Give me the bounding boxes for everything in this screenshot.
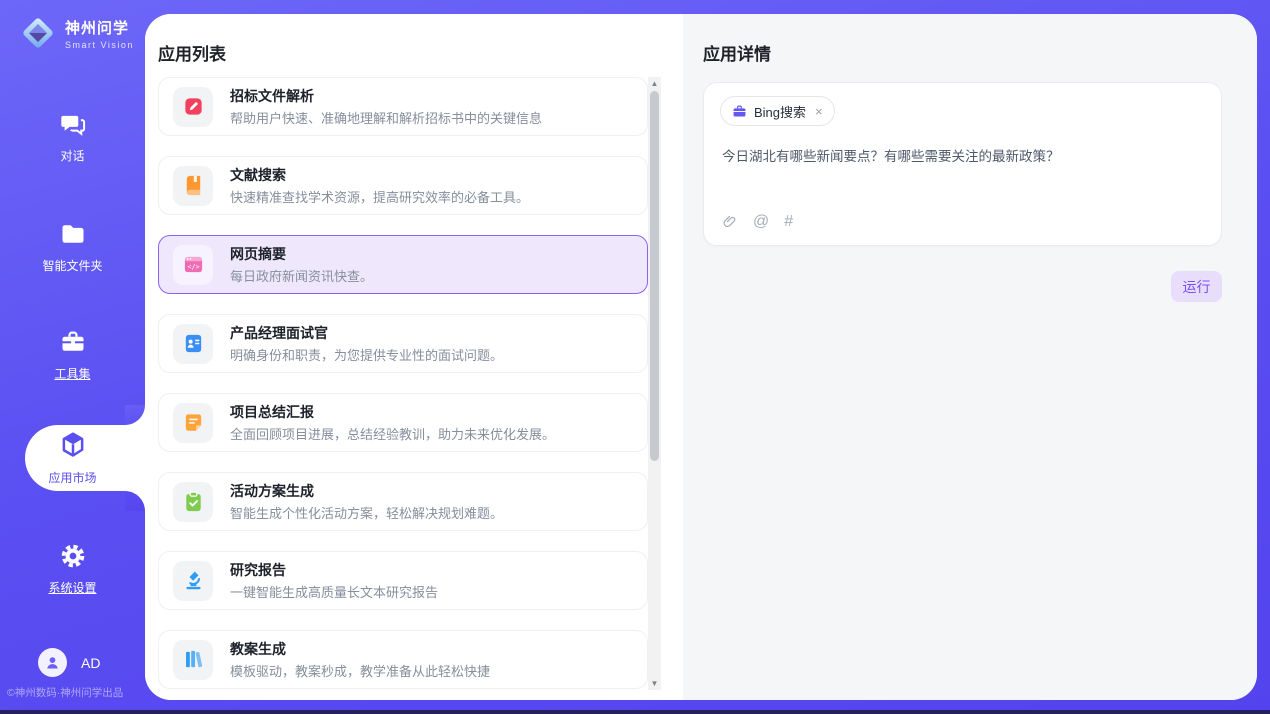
tool-tag-bing-search[interactable]: Bing搜索 × xyxy=(720,96,835,126)
sidebar-item-label: 系统设置 xyxy=(0,579,145,596)
app-list-title: 应用列表 xyxy=(158,40,226,65)
edit-doc-icon xyxy=(182,95,205,118)
chat-icon xyxy=(59,110,87,138)
books-icon xyxy=(182,648,205,671)
app-detail-panel: 应用详情 Bing搜索 × 今日湖北有哪些新闻要点？有哪些需要关注的最新政策？ … xyxy=(683,14,1257,700)
scroll-down-arrow-icon[interactable]: ▼ xyxy=(651,677,659,690)
app-description: 明确身份和职责，为您提供专业性的面试问题。 xyxy=(230,345,503,364)
app-name: 项目总结汇报 xyxy=(230,403,555,421)
book-icon xyxy=(182,174,205,197)
logo-subtitle: Smart Vision xyxy=(65,40,134,50)
app-description: 每日政府新闻资讯快查。 xyxy=(230,266,373,285)
folder-icon xyxy=(59,220,87,248)
mention-icon[interactable]: @ xyxy=(753,213,769,230)
sidebar-item-label: 应用市场 xyxy=(0,469,145,486)
scrollbar-thumb[interactable] xyxy=(650,91,659,461)
app-name: 研究报告 xyxy=(230,561,438,579)
list-scrollbar[interactable]: ▲ ▼ xyxy=(648,77,661,690)
app-icon xyxy=(173,324,213,364)
list-item[interactable]: 活动方案生成 智能生成个性化活动方案，轻松解决规划难题。 xyxy=(158,472,648,531)
sidebar-item-toolset[interactable]: 工具集 xyxy=(0,328,145,382)
user-profile[interactable]: AD xyxy=(38,648,100,677)
sidebar-item-label: 对话 xyxy=(0,147,145,164)
app-name: 招标文件解析 xyxy=(230,87,542,105)
list-item[interactable]: 产品经理面试官 明确身份和职责，为您提供专业性的面试问题。 xyxy=(158,314,648,373)
sidebar-item-label: 智能文件夹 xyxy=(0,257,145,274)
input-toolbar: @ # xyxy=(721,213,793,230)
app-icon xyxy=(173,87,213,127)
cube-icon xyxy=(58,430,88,460)
attachment-icon[interactable] xyxy=(721,213,738,230)
sidebar: 神州问学 Smart Vision 对话 智能文件夹 工具集 xyxy=(0,0,145,714)
app-logo: 神州问学 Smart Vision xyxy=(18,13,134,53)
hash-icon[interactable]: # xyxy=(784,213,793,230)
app-description: 全面回顾项目进展，总结经验教训，助力未来优化发展。 xyxy=(230,424,555,443)
logo-diamond-icon xyxy=(18,13,58,53)
briefcase-icon xyxy=(732,104,747,119)
app-description: 帮助用户快速、准确地理解和解析招标书中的关键信息 xyxy=(230,108,542,127)
main-panel: 应用列表 招标文件解析 帮助用户快速、准确地理解和解析招标书中的关键信息 文献搜… xyxy=(145,14,1257,700)
app-description: 模板驱动，教案秒成，教学准备从此轻松快捷 xyxy=(230,661,490,680)
list-item[interactable]: </> 网页摘要 每日政府新闻资讯快查。 xyxy=(158,235,648,294)
app-icon xyxy=(173,403,213,443)
app-name: 文献搜索 xyxy=(230,166,529,184)
tool-tag-label: Bing搜索 xyxy=(754,102,806,121)
app-icon xyxy=(173,640,213,680)
sidebar-item-label: 工具集 xyxy=(0,365,145,382)
person-icon xyxy=(43,653,62,672)
scroll-up-arrow-icon[interactable]: ▲ xyxy=(651,77,659,90)
list-item[interactable]: 文献搜索 快速精准查找学术资源，提高研究效率的必备工具。 xyxy=(158,156,648,215)
sidebar-item-settings[interactable]: 系统设置 xyxy=(0,542,145,596)
logo-title: 神州问学 xyxy=(65,17,134,38)
bubble-notch-top xyxy=(125,405,145,425)
close-icon[interactable]: × xyxy=(815,104,823,119)
browser-code-icon: </> xyxy=(182,253,205,276)
app-icon: </> xyxy=(173,245,213,285)
app-name: 教案生成 xyxy=(230,640,490,658)
run-button[interactable]: 运行 xyxy=(1171,271,1222,302)
bubble-notch-bottom xyxy=(125,491,145,511)
prompt-card: Bing搜索 × 今日湖北有哪些新闻要点？有哪些需要关注的最新政策？ @ # xyxy=(703,82,1222,246)
avatar xyxy=(38,648,67,677)
app-name: 产品经理面试官 xyxy=(230,324,503,342)
svg-text:</>: </> xyxy=(187,263,199,271)
user-initials: AD xyxy=(81,655,100,671)
list-item[interactable]: 研究报告 一键智能生成高质量长文本研究报告 xyxy=(158,551,648,610)
note-icon xyxy=(182,411,205,434)
microscope-icon xyxy=(182,569,205,592)
sidebar-item-chat[interactable]: 对话 xyxy=(0,110,145,164)
app-description: 一键智能生成高质量长文本研究报告 xyxy=(230,582,438,601)
list-item[interactable]: 项目总结汇报 全面回顾项目进展，总结经验教训，助力未来优化发展。 xyxy=(158,393,648,452)
bottom-strip xyxy=(0,710,1270,714)
sidebar-item-smart-folders[interactable]: 智能文件夹 xyxy=(0,220,145,274)
app-icon xyxy=(173,166,213,206)
list-item[interactable]: 教案生成 模板驱动，教案秒成，教学准备从此轻松快捷 xyxy=(158,630,648,689)
app-detail-title: 应用详情 xyxy=(703,40,771,65)
resume-icon xyxy=(182,332,205,355)
sidebar-item-app-market[interactable]: 应用市场 xyxy=(0,430,145,486)
app-icon xyxy=(173,482,213,522)
query-text[interactable]: 今日湖北有哪些新闻要点？有哪些需要关注的最新政策？ xyxy=(722,145,1203,165)
copyright-footer: ©神州数码·神州问学出品 xyxy=(7,685,123,700)
gear-icon xyxy=(59,542,87,570)
app-name: 网页摘要 xyxy=(230,245,373,263)
toolbox-icon xyxy=(59,328,87,356)
clipboard-check-icon xyxy=(182,490,205,513)
app-name: 活动方案生成 xyxy=(230,482,503,500)
list-item[interactable]: 招标文件解析 帮助用户快速、准确地理解和解析招标书中的关键信息 xyxy=(158,77,648,136)
app-description: 智能生成个性化活动方案，轻松解决规划难题。 xyxy=(230,503,503,522)
app-icon xyxy=(173,561,213,601)
app-description: 快速精准查找学术资源，提高研究效率的必备工具。 xyxy=(230,187,529,206)
app-list: 招标文件解析 帮助用户快速、准确地理解和解析招标书中的关键信息 文献搜索 快速精… xyxy=(158,77,648,700)
app-list-panel: 应用列表 招标文件解析 帮助用户快速、准确地理解和解析招标书中的关键信息 文献搜… xyxy=(145,14,683,700)
